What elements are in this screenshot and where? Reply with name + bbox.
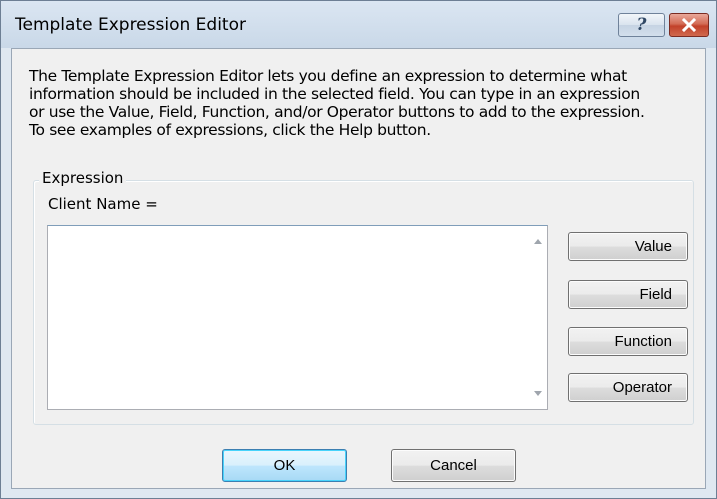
window-title: Template Expression Editor <box>15 15 246 35</box>
field-button[interactable]: Field <box>568 280 688 309</box>
dialog-window: Template Expression Editor ? The Templat… <box>0 0 717 499</box>
description-text: The Template Expression Editor lets you … <box>29 67 701 139</box>
ok-button[interactable]: OK <box>222 449 347 482</box>
client-name-label: Client Name = <box>48 195 158 213</box>
function-button[interactable]: Function <box>568 327 688 356</box>
value-button[interactable]: Value <box>568 232 688 261</box>
description-line: The Template Expression Editor lets you … <box>29 67 627 85</box>
dialog-client-area: The Template Expression Editor lets you … <box>11 48 706 489</box>
expression-textarea[interactable] <box>47 225 548 410</box>
help-caption-button[interactable]: ? <box>618 13 665 37</box>
operator-button[interactable]: Operator <box>568 373 688 402</box>
scroll-up-arrow-icon[interactable] <box>534 239 542 244</box>
close-caption-button[interactable] <box>669 13 709 37</box>
expression-scrollbar[interactable] <box>530 226 547 409</box>
cancel-button[interactable]: Cancel <box>391 449 516 482</box>
help-icon: ? <box>636 15 647 35</box>
scroll-down-arrow-icon[interactable] <box>534 391 542 396</box>
description-line: information should be included in the se… <box>29 85 640 103</box>
title-bar[interactable]: Template Expression Editor ? <box>1 1 716 48</box>
expression-group-label: Expression <box>39 169 127 187</box>
close-icon <box>681 18 697 32</box>
description-line: To see examples of expressions, click th… <box>29 121 431 139</box>
description-line: or use the Value, Field, Function, and/o… <box>29 103 645 121</box>
